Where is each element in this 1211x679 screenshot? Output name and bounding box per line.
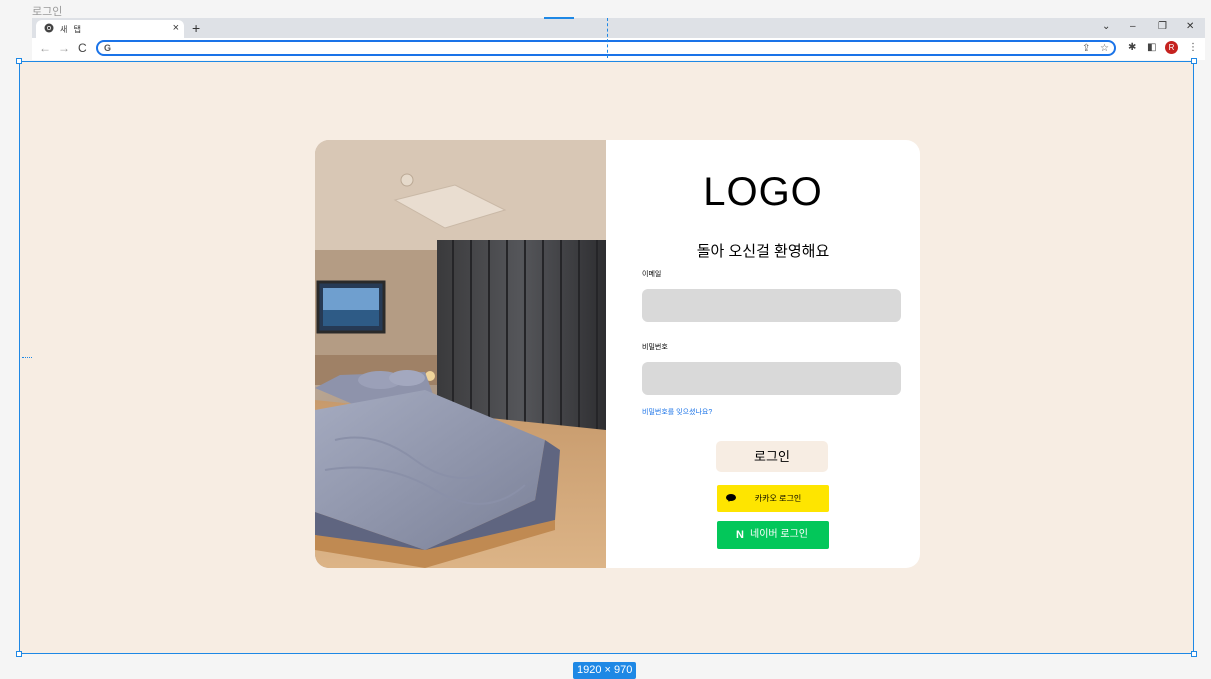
password-field[interactable] xyxy=(642,362,901,395)
kakao-login-label: 카카오 로그인 xyxy=(754,494,802,503)
naver-login-button[interactable]: N 네이버 로그인 xyxy=(717,521,829,549)
bookmark-star-icon[interactable]: ☆ xyxy=(1100,43,1109,55)
password-label: 비밀번호 xyxy=(642,344,668,351)
minimize-icon[interactable]: – xyxy=(1130,20,1136,34)
share-icon[interactable]: ⇪ xyxy=(1082,43,1090,55)
frame-name-label: 로그인 xyxy=(32,6,63,18)
side-panel-icon[interactable]: ◧ xyxy=(1147,41,1156,55)
back-icon[interactable]: ← xyxy=(39,41,51,55)
extensions-icon[interactable]: ✱ xyxy=(1128,41,1136,55)
top-guide-marker xyxy=(544,17,574,19)
close-window-icon[interactable]: ✕ xyxy=(1186,20,1194,34)
reload-icon[interactable]: C xyxy=(78,41,87,55)
logo-text: LOGO xyxy=(703,170,823,214)
tab-title: 새 탭 xyxy=(60,25,83,34)
email-label: 이메일 xyxy=(642,271,662,278)
login-card: LOGO 돌아 오신걸 환영해요 이메일 비밀번호 비밀번호를 잊으셨나요? 로… xyxy=(315,140,920,568)
menu-kebab-icon[interactable]: ⋮ xyxy=(1188,41,1198,55)
tab-bar: 새 탭 × + ⌄ – ❐ ✕ xyxy=(32,18,1205,38)
browser-tab[interactable]: 새 탭 × xyxy=(36,20,184,38)
resize-handle-top-left[interactable] xyxy=(16,58,22,64)
resize-handle-top-right[interactable] xyxy=(1191,58,1197,64)
restore-icon[interactable]: ❐ xyxy=(1158,20,1167,34)
address-bar[interactable]: G ⇪ ☆ xyxy=(96,40,1116,56)
tab-close-icon[interactable]: × xyxy=(173,22,179,35)
frame-size-badge: 1920 × 970 xyxy=(573,662,637,679)
browser-chrome: 새 탭 × + ⌄ – ❐ ✕ ← → C G ⇪ ☆ ✱ ◧ R ⋮ xyxy=(32,18,1205,60)
tab-search-icon[interactable]: ⌄ xyxy=(1102,20,1110,34)
resize-handle-bottom-left[interactable] xyxy=(16,651,22,657)
login-button[interactable]: 로그인 xyxy=(716,441,828,472)
center-guide-line xyxy=(607,18,608,58)
forgot-password-link[interactable]: 비밀번호를 잊으셨나요? xyxy=(642,407,712,417)
profile-avatar[interactable]: R xyxy=(1165,41,1178,54)
chrome-icon xyxy=(44,23,54,33)
forward-icon[interactable]: → xyxy=(58,41,70,55)
browser-toolbar: ← → C G ⇪ ☆ ✱ ◧ R ⋮ xyxy=(32,38,1205,60)
kakao-login-button[interactable]: 카카오 로그인 xyxy=(717,485,829,512)
login-form: LOGO 돌아 오신걸 환영해요 이메일 비밀번호 비밀번호를 잊으셨나요? 로… xyxy=(606,140,920,568)
google-icon: G xyxy=(104,43,112,53)
design-frame-canvas: LOGO 돌아 오신걸 환영해요 이메일 비밀번호 비밀번호를 잊으셨나요? 로… xyxy=(19,61,1194,654)
welcome-heading: 돌아 오신걸 환영해요 xyxy=(696,243,830,260)
left-guide-marker xyxy=(22,357,32,358)
naver-login-label: 네이버 로그인 xyxy=(750,529,808,540)
bedroom-photo xyxy=(315,140,606,568)
resize-handle-bottom-right[interactable] xyxy=(1191,651,1197,657)
new-tab-button[interactable]: + xyxy=(192,20,200,36)
email-field[interactable] xyxy=(642,289,901,322)
